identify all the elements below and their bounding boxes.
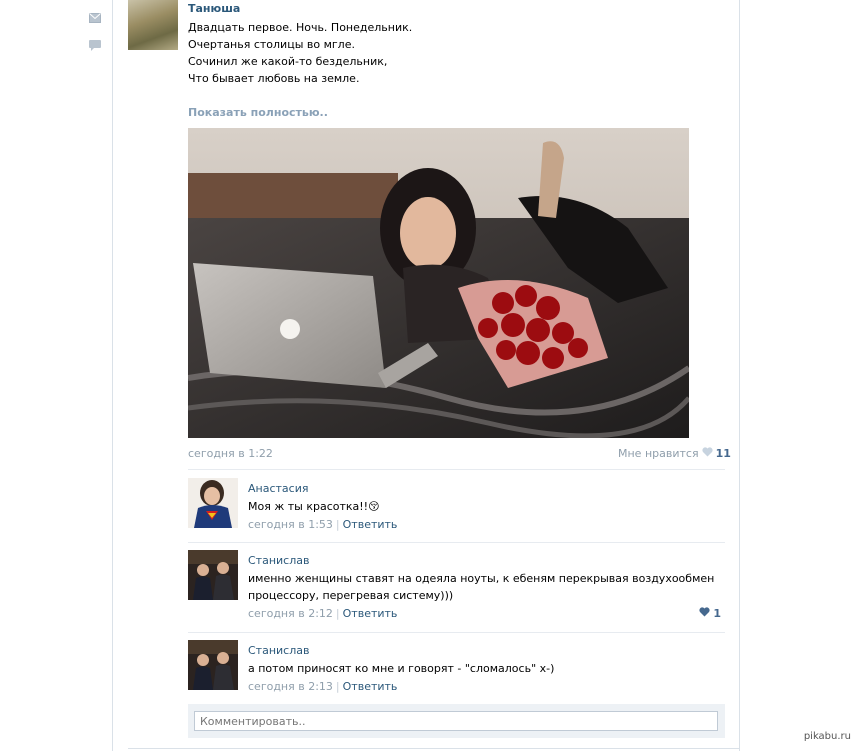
comment-input[interactable] <box>194 711 718 731</box>
post-photo[interactable] <box>188 128 689 438</box>
meta-separator: | <box>335 680 340 693</box>
post-like-button[interactable]: Мне нравится 11 <box>618 447 731 460</box>
comment-like-count: 1 <box>713 607 721 620</box>
show-more-link[interactable]: Показать полностью.. <box>188 106 328 119</box>
comment-date[interactable]: сегодня в 2:12 <box>248 607 333 620</box>
comment-icon[interactable] <box>89 40 101 51</box>
comment-like-button[interactable]: 1 <box>699 607 721 620</box>
like-count: 11 <box>715 447 731 460</box>
author-avatar[interactable] <box>128 0 178 50</box>
left-rail <box>0 0 112 751</box>
photo-illustration <box>188 128 689 438</box>
commenter-name[interactable]: Анастасия <box>248 482 308 495</box>
comment: Анастасия Моя ж ты красотка!!😚 сегодня в… <box>188 478 725 533</box>
like-label: Мне нравится <box>618 447 699 460</box>
meta-separator: | <box>335 607 340 620</box>
commenter-avatar[interactable] <box>188 550 238 600</box>
heart-icon <box>699 607 710 620</box>
comment: Станислав именно женщины ставят на одеял… <box>188 550 725 625</box>
reply-link[interactable]: Ответить <box>343 607 398 620</box>
comment-text: а потом приносят ко мне и говорят - "сло… <box>248 662 555 675</box>
commenter-avatar[interactable] <box>188 640 238 690</box>
divider <box>188 632 725 633</box>
post-text-line: Что бывает любовь на земле. <box>188 72 360 85</box>
comment-text: именно женщины ставят на одеяла ноуты, к… <box>248 572 715 602</box>
comment-meta: сегодня в 1:53 | Ответить <box>248 518 397 531</box>
reply-link[interactable]: Ответить <box>343 518 398 531</box>
post-date[interactable]: сегодня в 1:22 <box>188 447 273 460</box>
wall-post: Танюша Двадцать первое. Ночь. Понедельни… <box>113 0 739 751</box>
comment-box <box>188 704 725 738</box>
heart-icon <box>701 447 713 460</box>
post-text: Двадцать первое. Ночь. Понедельник. Очер… <box>188 19 412 87</box>
meta-separator: | <box>335 518 340 531</box>
comment: Станислав а потом приносят ко мне и гово… <box>188 640 725 695</box>
divider <box>188 469 725 470</box>
comment-text: Моя ж ты красотка!!😚 <box>248 500 380 513</box>
bottom-divider <box>128 748 739 749</box>
page: Танюша Двадцать первое. Ночь. Понедельни… <box>0 0 857 751</box>
comment-meta: сегодня в 2:13 | Ответить <box>248 680 397 693</box>
commenter-name[interactable]: Станислав <box>248 554 309 567</box>
right-border <box>739 0 740 751</box>
reply-link[interactable]: Ответить <box>343 680 398 693</box>
comment-date[interactable]: сегодня в 2:13 <box>248 680 333 693</box>
mail-icon[interactable] <box>89 13 101 23</box>
watermark: pikabu.ru <box>803 731 851 742</box>
comment-meta: сегодня в 2:12 | Ответить <box>248 607 397 620</box>
post-text-line: Сочинил же какой-то бездельник, <box>188 55 388 68</box>
comment-date[interactable]: сегодня в 1:53 <box>248 518 333 531</box>
post-text-line: Двадцать первое. Ночь. Понедельник. <box>188 21 413 34</box>
commenter-name[interactable]: Станислав <box>248 644 309 657</box>
divider <box>188 542 725 543</box>
commenter-avatar[interactable] <box>188 478 238 528</box>
author-name[interactable]: Танюша <box>188 2 240 15</box>
post-text-line: Очертанья столицы во мгле. <box>188 38 355 51</box>
